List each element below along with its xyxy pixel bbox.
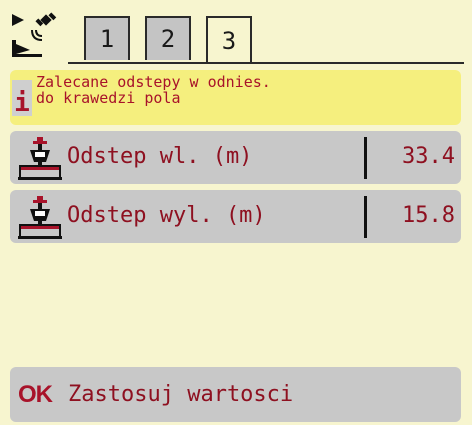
apply-values-button[interactable]: OK Zastosuj wartosci [10,367,461,422]
offset-label: Odstep wyl. (m) [67,203,266,228]
offset-row[interactable]: Odstep wyl. (m) 15.8 [10,190,461,243]
distance-row[interactable]: Odstep wl. (m) 33.4 [10,131,461,184]
spreader-distance-icon [16,135,64,181]
info-icon: i [12,80,32,116]
info-message: Zalecane odstepy w odnies. do krawedzi p… [36,73,271,107]
offset-value: 15.8 [402,203,455,228]
tab-2[interactable]: 2 [145,16,191,60]
distance-value: 33.4 [402,144,455,169]
row-divider [364,196,367,238]
gps-status-icon [10,10,64,62]
spreader-offset-icon [16,194,64,240]
tab-3[interactable]: 3 [206,16,252,64]
ok-icon: OK [18,381,53,408]
tab-underline [68,62,464,64]
tab-1[interactable]: 1 [84,16,130,60]
row-divider [364,137,367,179]
apply-values-label: Zastosuj wartosci [68,382,294,407]
distance-label: Odstep wl. (m) [67,144,253,169]
